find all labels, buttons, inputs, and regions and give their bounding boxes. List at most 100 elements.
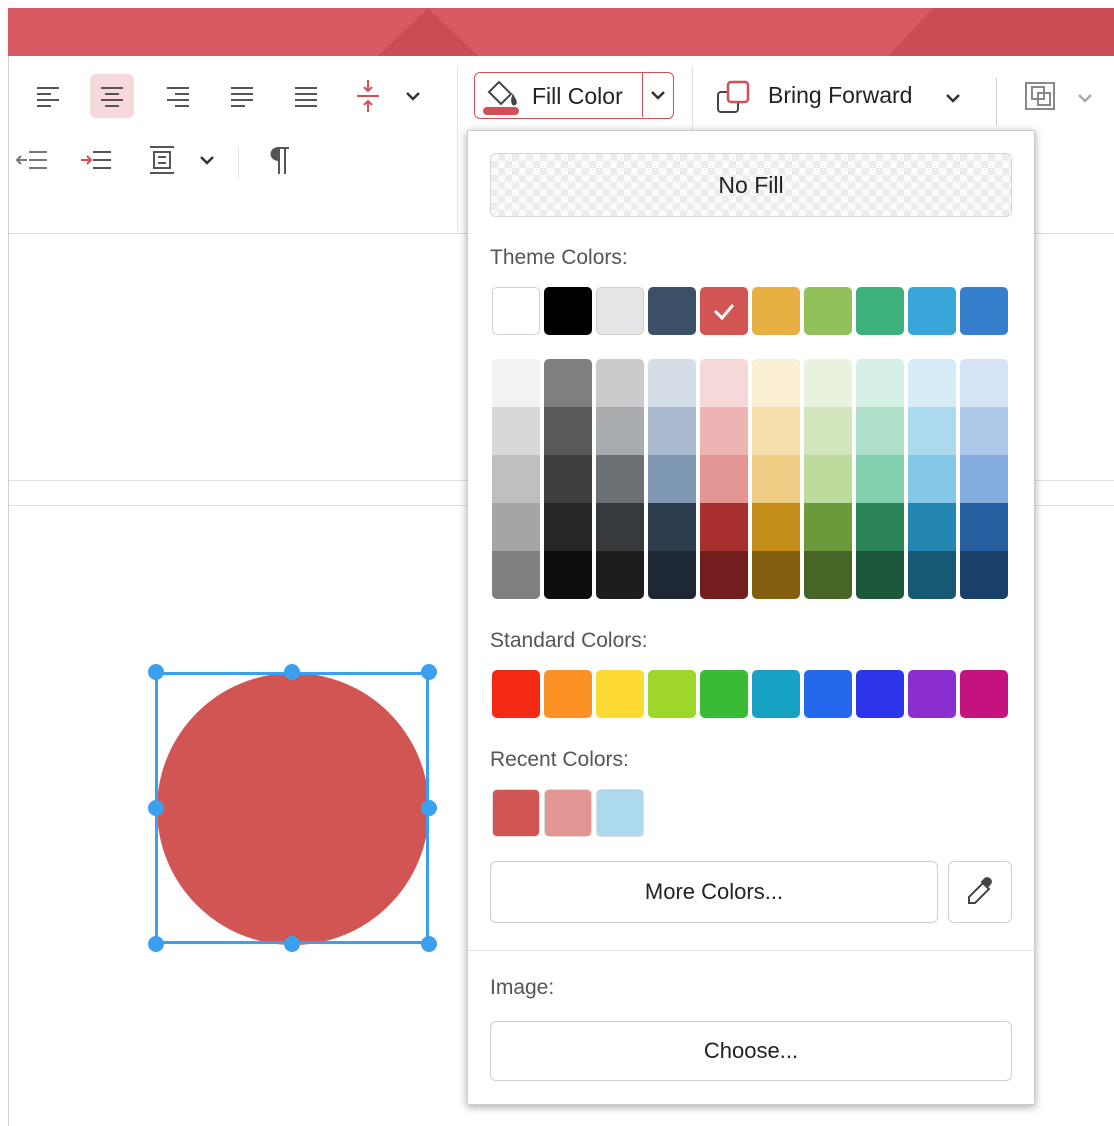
- tint-swatch[interactable]: [804, 455, 852, 503]
- line-spacing-dropdown[interactable]: [398, 74, 428, 118]
- tint-swatch[interactable]: [804, 503, 852, 551]
- resize-handle-top[interactable]: [284, 664, 300, 680]
- line-spacing-button[interactable]: [346, 74, 390, 118]
- theme-color-swatch[interactable]: [804, 287, 852, 335]
- standard-color-swatch[interactable]: [492, 670, 540, 718]
- theme-color-swatch[interactable]: [908, 287, 956, 335]
- tint-swatch[interactable]: [908, 503, 956, 551]
- align-right-button[interactable]: [156, 74, 200, 118]
- standard-color-swatch[interactable]: [908, 670, 956, 718]
- theme-color-swatch[interactable]: [544, 287, 592, 335]
- theme-color-swatch[interactable]: [752, 287, 800, 335]
- tint-swatch[interactable]: [544, 503, 592, 551]
- tint-swatch[interactable]: [700, 551, 748, 599]
- theme-color-swatch[interactable]: [960, 287, 1008, 335]
- recent-color-swatch[interactable]: [596, 789, 644, 837]
- tint-swatch[interactable]: [960, 551, 1008, 599]
- tint-swatch[interactable]: [492, 551, 540, 599]
- tint-swatch[interactable]: [700, 359, 748, 407]
- no-fill-button[interactable]: No Fill: [490, 153, 1012, 217]
- tint-swatch[interactable]: [908, 551, 956, 599]
- tint-swatch[interactable]: [648, 503, 696, 551]
- tint-swatch[interactable]: [596, 503, 644, 551]
- tint-swatch[interactable]: [960, 503, 1008, 551]
- tint-swatch[interactable]: [648, 551, 696, 599]
- tint-swatch[interactable]: [960, 455, 1008, 503]
- tint-swatch[interactable]: [596, 551, 644, 599]
- recent-color-swatch[interactable]: [492, 789, 540, 837]
- tint-swatch[interactable]: [492, 407, 540, 455]
- tint-swatch[interactable]: [908, 407, 956, 455]
- tint-swatch[interactable]: [856, 455, 904, 503]
- text-direction-button[interactable]: [140, 138, 184, 182]
- tint-swatch[interactable]: [804, 359, 852, 407]
- tint-swatch[interactable]: [544, 359, 592, 407]
- align-center-button[interactable]: [90, 74, 134, 118]
- resize-handle-top-right[interactable]: [421, 664, 437, 680]
- tint-swatch[interactable]: [856, 551, 904, 599]
- tint-swatch[interactable]: [648, 407, 696, 455]
- resize-handle-left[interactable]: [148, 800, 164, 816]
- tint-swatch[interactable]: [856, 359, 904, 407]
- tint-swatch[interactable]: [596, 455, 644, 503]
- eyedropper-button[interactable]: [948, 861, 1012, 923]
- standard-color-swatch[interactable]: [960, 670, 1008, 718]
- tint-swatch[interactable]: [752, 503, 800, 551]
- resize-handle-bottom-left[interactable]: [148, 936, 164, 952]
- standard-color-swatch[interactable]: [804, 670, 852, 718]
- tint-swatch[interactable]: [648, 359, 696, 407]
- tint-swatch[interactable]: [544, 455, 592, 503]
- theme-color-swatch[interactable]: [492, 287, 540, 335]
- fill-color-dropdown[interactable]: [642, 73, 673, 117]
- tint-swatch[interactable]: [492, 359, 540, 407]
- distribute-button[interactable]: [284, 74, 328, 118]
- tint-swatch[interactable]: [492, 455, 540, 503]
- theme-color-swatch[interactable]: [596, 287, 644, 335]
- standard-color-swatch[interactable]: [596, 670, 644, 718]
- text-direction-dropdown[interactable]: [192, 138, 222, 182]
- increase-indent-button[interactable]: [74, 138, 118, 182]
- tint-swatch[interactable]: [648, 455, 696, 503]
- standard-color-swatch[interactable]: [700, 670, 748, 718]
- theme-color-swatch[interactable]: [700, 287, 748, 335]
- bring-forward-dropdown[interactable]: [938, 76, 968, 120]
- tint-swatch[interactable]: [596, 407, 644, 455]
- group-button[interactable]: [1018, 74, 1062, 118]
- choose-image-button[interactable]: Choose...: [490, 1021, 1012, 1081]
- tint-swatch[interactable]: [596, 359, 644, 407]
- tint-swatch[interactable]: [700, 503, 748, 551]
- tint-swatch[interactable]: [908, 455, 956, 503]
- theme-color-swatch[interactable]: [648, 287, 696, 335]
- tint-swatch[interactable]: [752, 359, 800, 407]
- tint-swatch[interactable]: [752, 455, 800, 503]
- fill-color-button[interactable]: Fill Color: [474, 72, 674, 119]
- paragraph-mark-button[interactable]: [256, 138, 300, 182]
- tint-swatch[interactable]: [544, 407, 592, 455]
- standard-color-swatch[interactable]: [544, 670, 592, 718]
- justify-button[interactable]: [220, 74, 264, 118]
- resize-handle-bottom[interactable]: [284, 936, 300, 952]
- tint-swatch[interactable]: [700, 455, 748, 503]
- decrease-indent-button[interactable]: [10, 138, 54, 182]
- tint-swatch[interactable]: [856, 503, 904, 551]
- tint-swatch[interactable]: [960, 359, 1008, 407]
- standard-color-swatch[interactable]: [856, 670, 904, 718]
- standard-color-swatch[interactable]: [648, 670, 696, 718]
- tint-swatch[interactable]: [908, 359, 956, 407]
- tint-swatch[interactable]: [752, 551, 800, 599]
- recent-color-swatch[interactable]: [544, 789, 592, 837]
- tint-swatch[interactable]: [960, 407, 1008, 455]
- tint-swatch[interactable]: [856, 407, 904, 455]
- tint-swatch[interactable]: [804, 407, 852, 455]
- align-left-button[interactable]: [26, 74, 70, 118]
- tint-swatch[interactable]: [752, 407, 800, 455]
- resize-handle-bottom-right[interactable]: [421, 936, 437, 952]
- tint-swatch[interactable]: [544, 551, 592, 599]
- tint-swatch[interactable]: [492, 503, 540, 551]
- group-dropdown[interactable]: [1070, 76, 1100, 120]
- tint-swatch[interactable]: [700, 407, 748, 455]
- resize-handle-top-left[interactable]: [148, 664, 164, 680]
- more-colors-button[interactable]: More Colors...: [490, 861, 938, 923]
- theme-color-swatch[interactable]: [856, 287, 904, 335]
- tint-swatch[interactable]: [804, 551, 852, 599]
